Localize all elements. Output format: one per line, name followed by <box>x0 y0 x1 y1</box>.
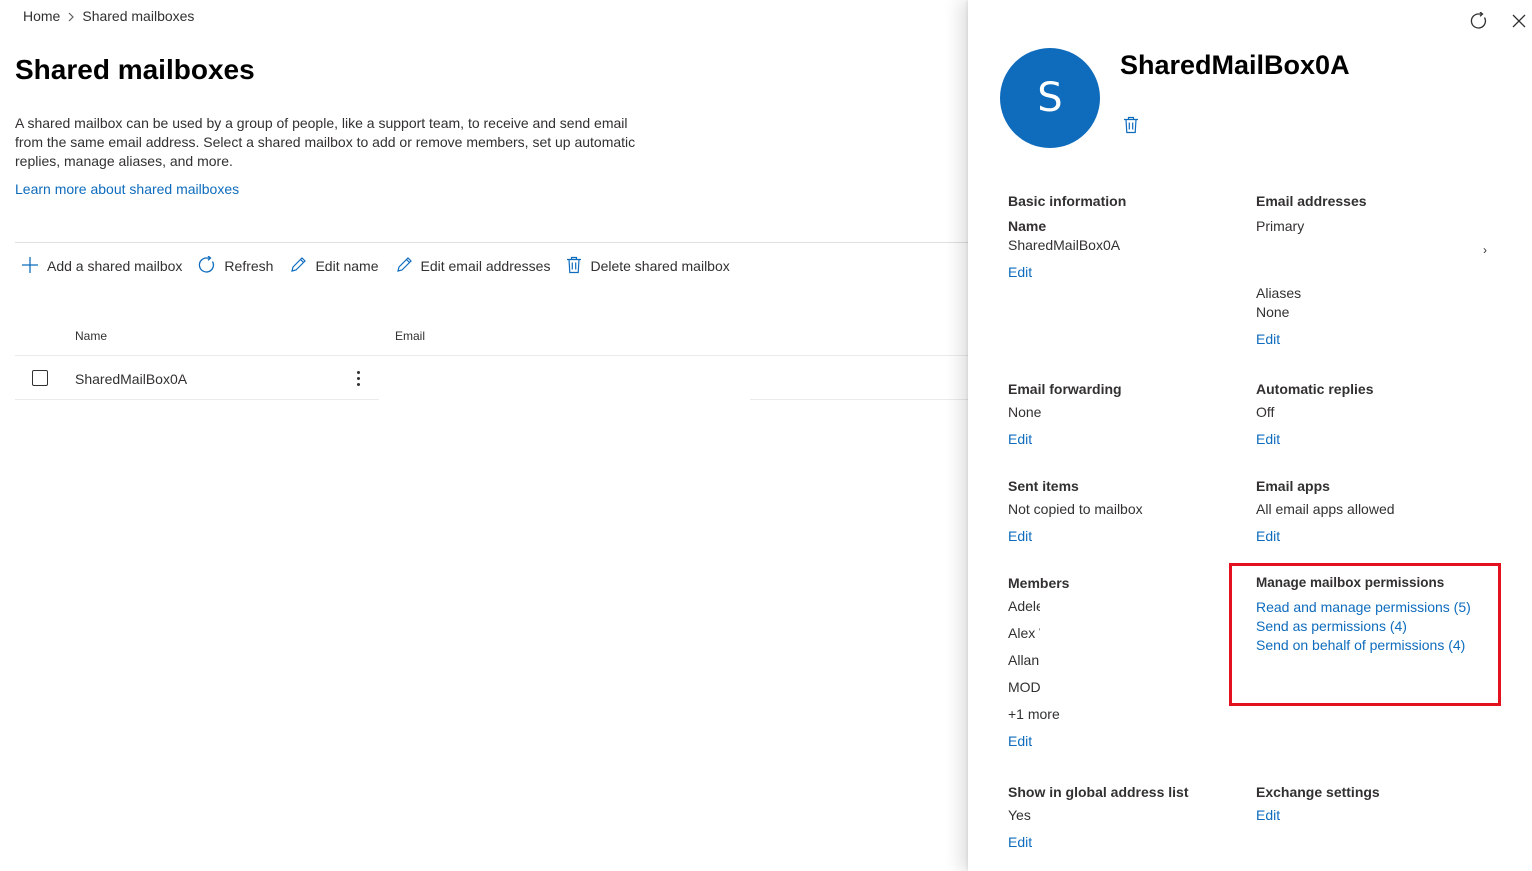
exchange-settings-section: Exchange settings Edit <box>1256 784 1380 823</box>
basic-information-section: Basic information Name SharedMailBox0A E… <box>1008 193 1126 280</box>
breadcrumb: Home Shared mailboxes <box>23 8 194 24</box>
chevron-right-icon <box>60 8 82 24</box>
member-item: Allan <box>1008 652 1040 668</box>
automatic-replies-section: Automatic replies Off Edit <box>1256 381 1373 447</box>
global-address-list-section: Show in global address list Yes Edit <box>1008 784 1188 850</box>
members-section: Members Adele Alex W Allan MOD +1 more E… <box>1008 575 1069 749</box>
breadcrumb-home[interactable]: Home <box>23 8 60 24</box>
row-divider <box>750 399 968 400</box>
edit-global-address-link[interactable]: Edit <box>1008 834 1188 850</box>
aliases-value: None <box>1256 304 1290 320</box>
primary-label: Primary <box>1256 218 1305 234</box>
edit-automatic-replies-link[interactable]: Edit <box>1256 431 1373 447</box>
section-title: Members <box>1008 575 1070 591</box>
name-value: SharedMailBox0A <box>1008 237 1121 253</box>
send-as-permissions-link[interactable]: Send as permissions (4) <box>1256 618 1471 634</box>
refresh-icon <box>198 254 216 277</box>
shared-mailboxes-page: Home Shared mailboxes Shared mailboxes A… <box>0 0 968 871</box>
automatic-replies-value: Off <box>1256 404 1275 420</box>
mailbox-details-panel: S SharedMailBox0A Basic information Name… <box>968 0 1532 871</box>
members-more: +1 more <box>1008 706 1060 722</box>
add-shared-mailbox-button[interactable]: Add a shared mailbox <box>15 252 190 280</box>
avatar: S <box>1000 48 1100 148</box>
edit-exchange-settings-link[interactable]: Edit <box>1256 807 1380 823</box>
member-item: MOD <box>1008 679 1040 695</box>
chevron-right-icon[interactable]: › <box>1483 243 1487 257</box>
command-bar: Add a shared mailbox Refresh Edit name E… <box>15 252 738 280</box>
add-icon <box>21 256 39 277</box>
close-icon[interactable] <box>1508 10 1530 32</box>
refresh-label: Refresh <box>224 258 274 274</box>
email-forwarding-value: None <box>1008 404 1042 420</box>
read-manage-permissions-link[interactable]: Read and manage permissions (5) <box>1256 599 1471 615</box>
pencil-icon <box>395 256 413 277</box>
edit-sent-items-link[interactable]: Edit <box>1008 528 1143 544</box>
refresh-icon[interactable] <box>1468 10 1490 32</box>
email-apps-section: Email apps All email apps allowed Edit <box>1256 478 1395 544</box>
section-title: Email addresses <box>1256 193 1367 209</box>
row-checkbox[interactable] <box>32 370 48 386</box>
column-header-name[interactable]: Name <box>75 329 107 343</box>
mailbox-permissions-section: Manage mailbox permissions Read and mana… <box>1256 575 1471 653</box>
email-forwarding-section: Email forwarding None Edit <box>1008 381 1122 447</box>
edit-email-addresses-label: Edit email addresses <box>420 258 551 274</box>
pencil-icon <box>289 256 307 277</box>
section-title: Manage mailbox permissions <box>1256 575 1445 590</box>
section-title: Basic information <box>1008 193 1127 209</box>
section-title: Email forwarding <box>1008 381 1122 397</box>
delete-shared-mailbox-button[interactable]: Delete shared mailbox <box>558 252 737 280</box>
page-description: A shared mailbox can be used by a group … <box>15 115 636 169</box>
member-item: Alex W <box>1008 625 1040 641</box>
edit-email-addresses-button[interactable]: Edit email addresses <box>387 252 559 280</box>
email-apps-value: All email apps allowed <box>1256 501 1395 517</box>
edit-basic-info-link[interactable]: Edit <box>1008 264 1126 280</box>
row-mailbox-name[interactable]: SharedMailBox0A <box>75 371 187 387</box>
edit-email-addresses-link[interactable]: Edit <box>1256 331 1367 347</box>
column-header-email[interactable]: Email <box>395 329 425 343</box>
edit-name-button[interactable]: Edit name <box>281 252 386 280</box>
sent-items-section: Sent items Not copied to mailbox Edit <box>1008 478 1143 544</box>
page-title: Shared mailboxes <box>15 54 255 85</box>
delete-shared-mailbox-label: Delete shared mailbox <box>590 258 730 274</box>
section-title: Sent items <box>1008 478 1079 494</box>
section-title: Exchange settings <box>1256 784 1380 800</box>
refresh-button[interactable]: Refresh <box>190 252 281 280</box>
edit-members-link[interactable]: Edit <box>1008 733 1069 749</box>
sent-items-value: Not copied to mailbox <box>1008 501 1143 517</box>
global-address-list-value: Yes <box>1008 807 1031 823</box>
edit-email-forwarding-link[interactable]: Edit <box>1008 431 1122 447</box>
aliases-label: Aliases <box>1256 285 1302 301</box>
edit-name-label: Edit name <box>315 258 379 274</box>
more-actions-icon[interactable] <box>351 366 365 390</box>
member-item: Adele <box>1008 598 1040 614</box>
section-title: Automatic replies <box>1256 381 1374 397</box>
section-title: Show in global address list <box>1008 784 1189 800</box>
email-addresses-section: Email addresses Primary Aliases None Edi… <box>1256 193 1367 347</box>
section-title: Email apps <box>1256 478 1330 494</box>
add-shared-mailbox-label: Add a shared mailbox <box>47 258 183 274</box>
learn-more-link[interactable]: Learn more about shared mailboxes <box>15 181 239 197</box>
table-row[interactable]: SharedMailBox0A <box>15 357 379 400</box>
name-label: Name <box>1008 218 1047 234</box>
panel-title: SharedMailBox0A <box>1120 50 1350 80</box>
trash-icon <box>566 256 582 277</box>
trash-icon[interactable] <box>1123 116 1141 136</box>
table-header: Name Email <box>15 322 968 356</box>
edit-email-apps-link[interactable]: Edit <box>1256 528 1395 544</box>
toolbar-divider <box>15 242 968 243</box>
send-on-behalf-permissions-link[interactable]: Send on behalf of permissions (4) <box>1256 637 1471 653</box>
breadcrumb-current: Shared mailboxes <box>82 8 195 24</box>
